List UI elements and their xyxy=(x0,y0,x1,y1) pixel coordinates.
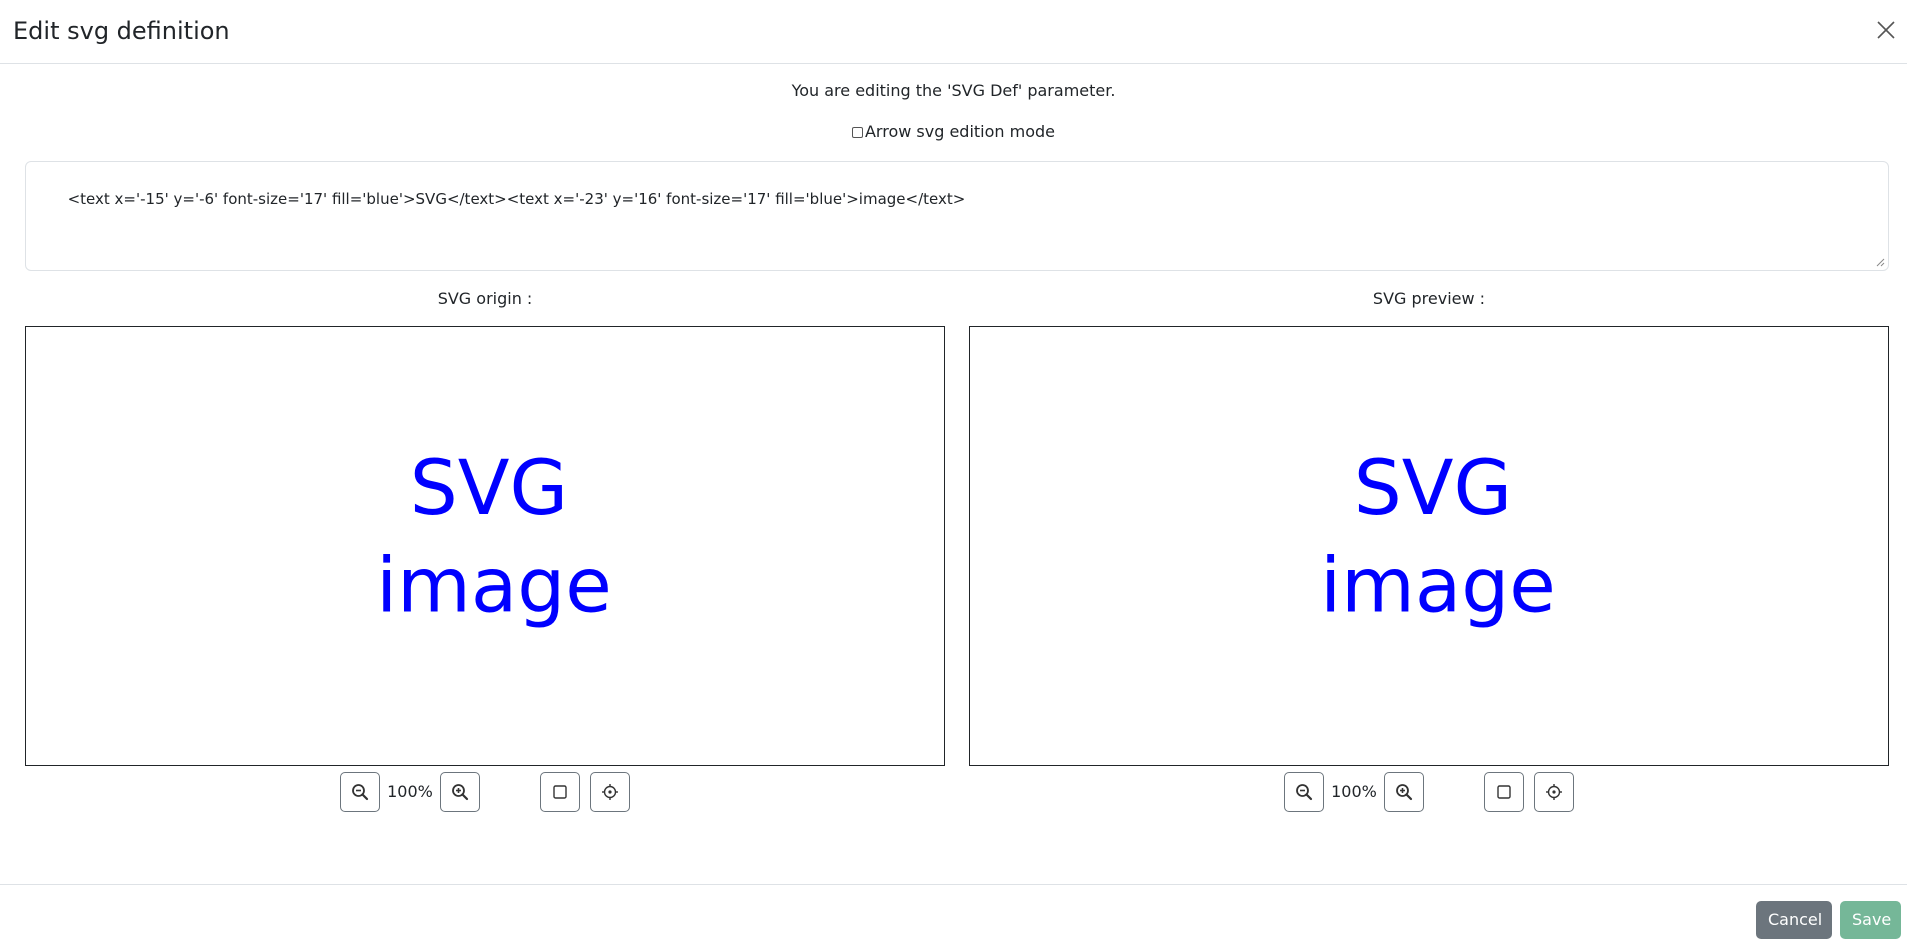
svg-definition-textarea[interactable]: <text x='-15' y='-6' font-size='17' fill… xyxy=(25,161,1889,271)
svg-origin-controls: 100% xyxy=(25,772,945,812)
modal-body: You are editing the 'SVG Def' parameter.… xyxy=(0,64,1907,884)
editing-info-text: You are editing the 'SVG Def' parameter. xyxy=(791,81,1116,100)
resize-grip-icon[interactable] xyxy=(1876,258,1885,267)
arrow-mode-row: Arrow svg edition mode xyxy=(0,122,1907,143)
svg-origin-drawing: SVG image xyxy=(376,444,612,630)
modal-footer: Cancel Save xyxy=(0,884,1907,943)
svg-preview-controls: 100% xyxy=(969,772,1889,812)
preview-zoom-level: 100% xyxy=(1331,782,1377,801)
svg-origin-canvas[interactable]: SVG image xyxy=(25,326,945,766)
zoom-in-icon xyxy=(1396,784,1413,801)
zoom-out-icon xyxy=(1296,784,1313,801)
origin-fit-button[interactable] xyxy=(540,772,580,812)
zoom-out-icon xyxy=(352,784,369,801)
svg-preview-drawing: SVG image xyxy=(1320,444,1556,630)
close-icon xyxy=(1877,21,1895,39)
arrow-mode-label: Arrow svg edition mode xyxy=(864,122,1056,141)
crosshair-icon xyxy=(1546,784,1562,800)
modal-title: Edit svg definition xyxy=(13,17,230,45)
preview-zoom-out-button[interactable] xyxy=(1284,772,1324,812)
preview-fit-button[interactable] xyxy=(1484,772,1524,812)
cancel-button[interactable]: Cancel xyxy=(1756,901,1832,939)
square-icon xyxy=(553,785,567,799)
edit-svg-modal: Edit svg definition You are editing the … xyxy=(0,0,1907,943)
origin-zoom-out-button[interactable] xyxy=(340,772,380,812)
preview-center-button[interactable] xyxy=(1534,772,1574,812)
svg-definition-text: <text x='-15' y='-6' font-size='17' fill… xyxy=(67,190,966,208)
arrow-mode-toggle[interactable]: Arrow svg edition mode xyxy=(851,122,1056,142)
svg-preview-canvas[interactable]: SVG image xyxy=(969,326,1889,766)
svg-preview-text-line1: SVG xyxy=(1354,444,1512,532)
crosshair-icon xyxy=(602,784,618,800)
svg-origin-text-line1: SVG xyxy=(410,444,568,532)
zoom-in-icon xyxy=(452,784,469,801)
arrow-mode-checkbox[interactable] xyxy=(851,126,863,138)
origin-zoom-level: 100% xyxy=(387,782,433,801)
preview-zoom-in-button[interactable] xyxy=(1384,772,1424,812)
save-button[interactable]: Save xyxy=(1840,901,1901,939)
svg-preview-label: SVG preview : xyxy=(1372,289,1486,308)
svg-preview-text-line2: image xyxy=(1320,542,1556,630)
square-icon xyxy=(1497,785,1511,799)
svg-origin-text-line2: image xyxy=(376,542,612,630)
modal-header: Edit svg definition xyxy=(0,0,1907,64)
origin-center-button[interactable] xyxy=(590,772,630,812)
close-button[interactable] xyxy=(1873,17,1899,43)
origin-zoom-in-button[interactable] xyxy=(440,772,480,812)
svg-origin-label: SVG origin : xyxy=(437,289,533,308)
